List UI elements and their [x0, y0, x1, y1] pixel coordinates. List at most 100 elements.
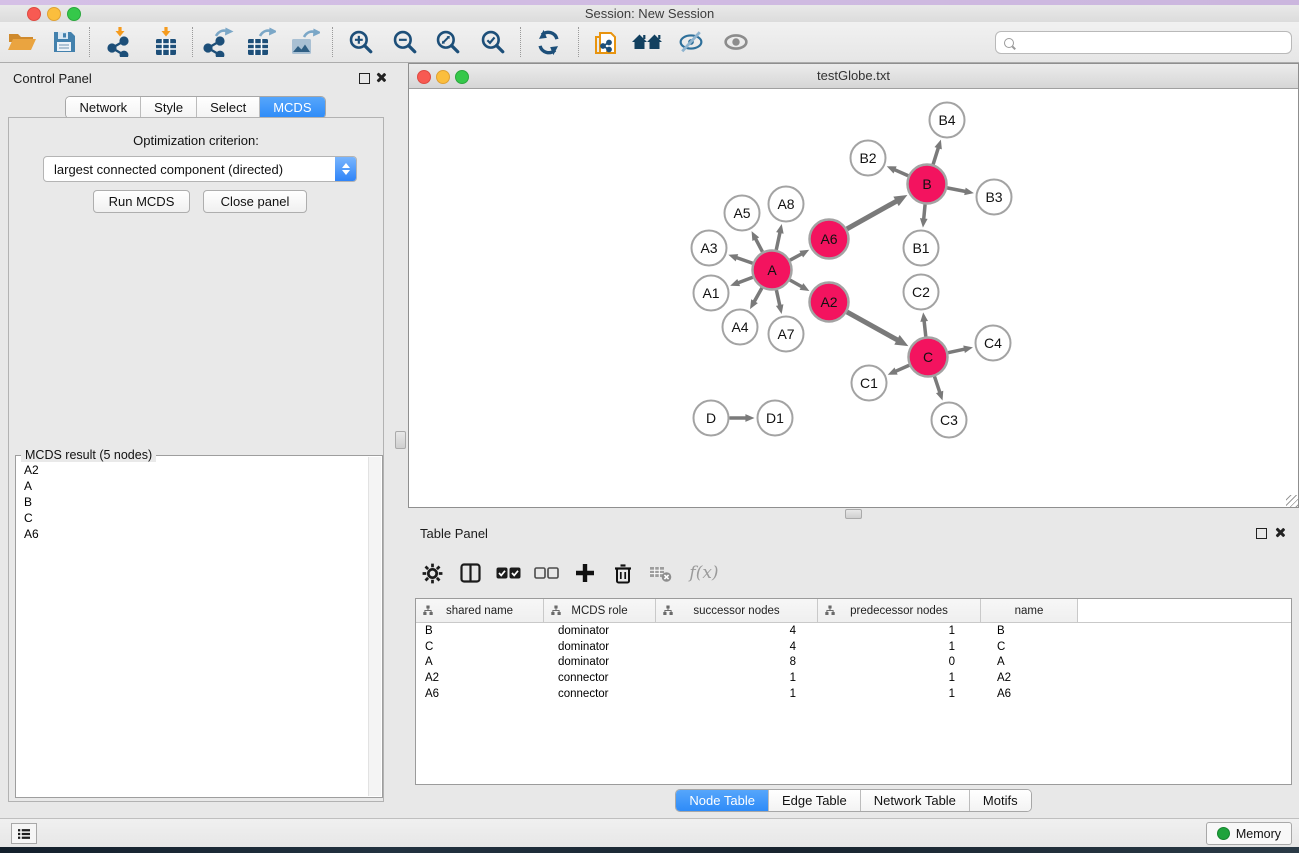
graph-edge-C-C3[interactable]: [934, 376, 940, 393]
table-cell[interactable]: connector: [544, 672, 656, 684]
graph-edge-A-A7[interactable]: [776, 290, 780, 307]
graph-edge-A-A6[interactable]: [790, 253, 803, 260]
table-cell[interactable]: 1: [656, 688, 818, 700]
tab-node-table[interactable]: Node Table: [676, 790, 769, 811]
close-panel-button[interactable]: Close panel: [203, 190, 307, 213]
column-header-successor-nodes[interactable]: successor nodes: [656, 599, 818, 622]
result-list-item[interactable]: A2: [24, 462, 369, 478]
tab-network-table[interactable]: Network Table: [861, 790, 970, 811]
table-cell[interactable]: 1: [818, 672, 981, 684]
import-network-button[interactable]: [104, 26, 136, 58]
minimize-window-button[interactable]: [47, 7, 61, 21]
task-history-button[interactable]: [11, 823, 37, 844]
zoom-window-button[interactable]: [67, 7, 81, 21]
column-header-MCDS-role[interactable]: MCDS role: [544, 599, 656, 622]
zoom-selected-button[interactable]: [477, 26, 509, 58]
graph-edge-B-B3[interactable]: [947, 188, 966, 192]
float-panel-icon[interactable]: [359, 73, 370, 84]
result-scrollbar[interactable]: [368, 457, 381, 796]
table-cell[interactable]: A: [416, 656, 544, 668]
table-cell[interactable]: 0: [818, 656, 981, 668]
table-cell[interactable]: A: [981, 656, 1078, 668]
graph-edge-A-A5[interactable]: [755, 238, 762, 252]
result-list-item[interactable]: A: [24, 478, 369, 494]
column-header-shared-name[interactable]: shared name: [416, 599, 544, 622]
select-all-button[interactable]: [494, 558, 523, 588]
new-network-from-selection-button[interactable]: [590, 26, 622, 58]
table-cell[interactable]: A2: [981, 672, 1078, 684]
settings-gear-button[interactable]: [418, 558, 447, 588]
horizontal-split-grip[interactable]: [845, 509, 862, 519]
run-mcds-button[interactable]: Run MCDS: [93, 190, 190, 213]
graph-edge-C-C4[interactable]: [948, 349, 965, 353]
zoom-in-button[interactable]: [345, 26, 377, 58]
table-row[interactable]: A2connector11A2: [416, 670, 1291, 686]
export-image-button[interactable]: [288, 26, 320, 58]
network-minimize-button[interactable]: [436, 70, 450, 84]
table-cell[interactable]: A2: [416, 672, 544, 684]
table-row[interactable]: Adominator80A: [416, 655, 1291, 671]
network-zoom-button[interactable]: [455, 70, 469, 84]
network-close-button[interactable]: [417, 70, 431, 84]
criterion-dropdown[interactable]: largest connected component (directed): [43, 156, 357, 182]
column-header-predecessor-nodes[interactable]: predecessor nodes: [818, 599, 981, 622]
home-button[interactable]: [631, 26, 663, 58]
close-panel-icon[interactable]: [1274, 527, 1285, 538]
delete-column-button[interactable]: [608, 558, 637, 588]
network-canvas[interactable]: B4B2BB3A5A8A6A3B1AA1C2A2A4A7CC4C1DD1C3: [409, 89, 1298, 507]
table-cell[interactable]: 1: [656, 672, 818, 684]
table-cell[interactable]: A6: [416, 688, 544, 700]
table-row[interactable]: Cdominator41C: [416, 639, 1291, 655]
tab-motifs[interactable]: Motifs: [970, 790, 1031, 811]
graph-edge-A-A1[interactable]: [737, 277, 753, 283]
table-cell[interactable]: 4: [656, 641, 818, 653]
open-file-button[interactable]: [6, 26, 38, 58]
table-cell[interactable]: dominator: [544, 641, 656, 653]
column-header-name[interactable]: name: [981, 599, 1078, 622]
graph-edge-A-A8[interactable]: [776, 231, 780, 249]
result-list-item[interactable]: C: [24, 510, 369, 526]
vertical-split-grip[interactable]: [395, 431, 406, 449]
tab-mcds[interactable]: MCDS: [260, 97, 324, 118]
close-panel-icon[interactable]: [375, 72, 386, 83]
table-cell[interactable]: B: [981, 625, 1078, 637]
zoom-fit-button[interactable]: [432, 26, 464, 58]
tab-network[interactable]: Network: [66, 97, 141, 118]
graph-edge-A-A4[interactable]: [754, 288, 762, 303]
table-cell[interactable]: C: [416, 641, 544, 653]
delete-table-button[interactable]: [646, 558, 675, 588]
graph-edge-A2-C[interactable]: [847, 312, 898, 341]
export-table-button[interactable]: [244, 26, 276, 58]
import-table-button[interactable]: [150, 26, 182, 58]
graph-edge-C-C1[interactable]: [895, 365, 910, 371]
result-list-item[interactable]: A6: [24, 526, 369, 542]
tab-edge-table[interactable]: Edge Table: [769, 790, 861, 811]
table-cell[interactable]: B: [416, 625, 544, 637]
search-input[interactable]: [1014, 34, 1291, 51]
deselect-all-button[interactable]: [532, 558, 561, 588]
tab-select[interactable]: Select: [197, 97, 260, 118]
float-panel-icon[interactable]: [1256, 528, 1267, 539]
add-column-button[interactable]: [570, 558, 599, 588]
graph-edge-C-C2[interactable]: [924, 320, 926, 337]
table-row[interactable]: Bdominator41B: [416, 623, 1291, 639]
export-network-button[interactable]: [202, 26, 234, 58]
table-cell[interactable]: dominator: [544, 656, 656, 668]
table-cell[interactable]: 1: [818, 625, 981, 637]
show-all-button[interactable]: [720, 26, 752, 58]
function-builder-button[interactable]: f(x): [684, 558, 724, 588]
window-resize-grip[interactable]: [1286, 495, 1298, 507]
table-cell[interactable]: 1: [818, 641, 981, 653]
result-list-item[interactable]: B: [24, 494, 369, 510]
split-panel-button[interactable]: [456, 558, 485, 588]
table-row[interactable]: A6connector11A6: [416, 686, 1291, 702]
save-session-button[interactable]: [48, 26, 80, 58]
graph-edge-B-B4[interactable]: [933, 147, 939, 165]
table-cell[interactable]: 8: [656, 656, 818, 668]
close-window-button[interactable]: [27, 7, 41, 21]
graph-edge-A-A2[interactable]: [790, 280, 803, 287]
table-cell[interactable]: 4: [656, 625, 818, 637]
table-cell[interactable]: 1: [818, 688, 981, 700]
table-cell[interactable]: C: [981, 641, 1078, 653]
graph-edge-A6-B[interactable]: [847, 201, 897, 229]
